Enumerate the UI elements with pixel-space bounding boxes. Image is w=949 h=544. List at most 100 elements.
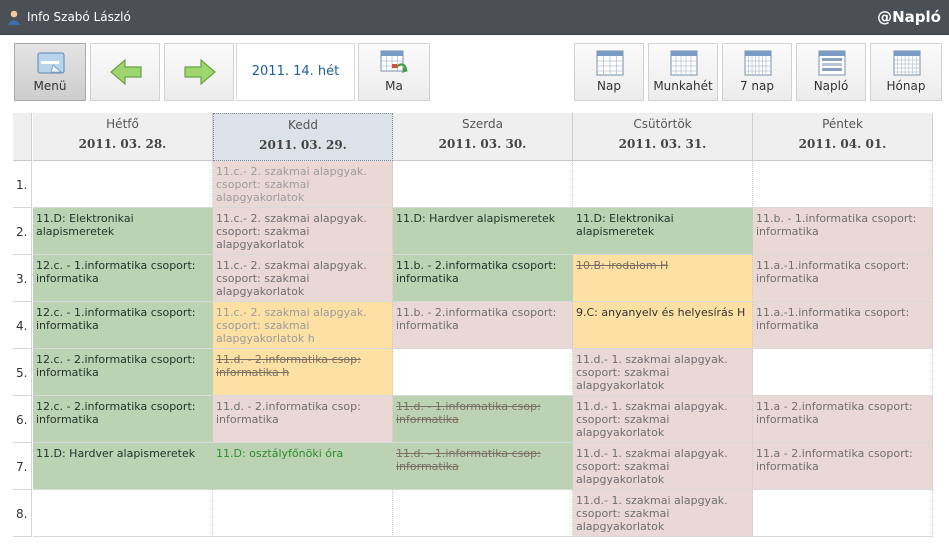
calendar-workweek-icon	[670, 50, 698, 76]
lesson-text: 11.D: Elektronikai alapismeretek	[36, 212, 134, 238]
lesson-cell[interactable]: 11.d. - 1.informatika csop: informatika	[393, 443, 573, 490]
lesson-text: 11.D: Hardver alapismeretek	[36, 447, 196, 460]
empty-cell[interactable]	[393, 490, 573, 537]
lesson-text: 11.d.- 1. szakmai alapgyak. csoport: sza…	[576, 353, 728, 392]
lesson-cell[interactable]: 11.b. - 1.informatika csoport: informati…	[753, 208, 933, 255]
lesson-cell[interactable]: 11.D: Hardver alapismeretek	[393, 208, 573, 255]
arrow-left-icon	[110, 58, 142, 86]
day-header-2[interactable]: Kedd 2011. 03. 29.	[213, 113, 393, 161]
lesson-text: 11.D: Hardver alapismeretek	[396, 212, 556, 225]
lesson-text: 11.d.- 1. szakmai alapgyak. csoport: sza…	[576, 400, 728, 439]
lesson-cell[interactable]: 12.c. - 2.informatika csoport: informati…	[33, 349, 213, 396]
lesson-text: 11.c.- 2. szakmai alapgyak. csoport: sza…	[216, 165, 367, 204]
period-number-label: 4.	[16, 319, 28, 333]
next-week-button[interactable]	[164, 43, 234, 101]
lesson-text: 11.a - 2.informatika csoport: informatik…	[756, 400, 913, 426]
lesson-cell[interactable]: 11.D: Hardver alapismeretek	[33, 443, 213, 490]
view-journal-button[interactable]: Napló	[796, 43, 866, 101]
lesson-cell[interactable]: 11.b. - 2.informatika csoport: informati…	[393, 255, 573, 302]
lesson-cell[interactable]: 11.D: Elektronikai alapismeretek	[573, 208, 753, 255]
lesson-cell[interactable]: 11.c.- 2. szakmai alapgyak. csoport: sza…	[213, 161, 393, 208]
lesson-cell[interactable]: 11.c.- 2. szakmai alapgyak. csoport: sza…	[213, 255, 393, 302]
lesson-cell[interactable]: 11.a - 2.informatika csoport: informatik…	[753, 443, 933, 490]
period-number: 2.	[13, 208, 32, 255]
lesson-text: 12.c. - 2.informatika csoport: informati…	[36, 353, 196, 379]
lesson-text: 12.c. - 2.informatika csoport: informati…	[36, 400, 196, 426]
view-month-label: Hónap	[886, 79, 926, 93]
lesson-text: 11.c.- 2. szakmai alapgyak. csoport: sza…	[216, 259, 367, 298]
title-bar: Info Szabó László @Napló	[0, 0, 949, 35]
empty-cell[interactable]	[753, 349, 933, 396]
lesson-text: 11.a.-1.informatika csoport: informatika	[756, 306, 910, 332]
lesson-cell[interactable]: 12.c. - 2.informatika csoport: informati…	[33, 396, 213, 443]
view-day-button[interactable]: Nap	[574, 43, 644, 101]
lesson-cell[interactable]: 11.d.- 1. szakmai alapgyak. csoport: sza…	[573, 396, 753, 443]
lesson-text: 12.c. - 1.informatika csoport: informati…	[36, 259, 196, 285]
lesson-text: 11.c.- 2. szakmai alapgyak. csoport: sza…	[216, 212, 367, 251]
day-header-5[interactable]: Péntek 2011. 04. 01.	[753, 113, 933, 161]
day-header-4[interactable]: Csütörtök 2011. 03. 31.	[573, 113, 753, 161]
lesson-cell[interactable]: 11.d.- 1. szakmai alapgyak. csoport: sza…	[573, 349, 753, 396]
empty-cell[interactable]	[753, 161, 933, 208]
calendar-today-icon	[380, 50, 408, 73]
lesson-cell[interactable]: 11.d.- 1. szakmai alapgyak. csoport: sza…	[573, 490, 753, 537]
lesson-cell[interactable]: 12.c. - 1.informatika csoport: informati…	[33, 302, 213, 349]
lesson-cell[interactable]: 11.d. - 2.informatika csop: informatika	[213, 396, 393, 443]
day-date: 2011. 03. 30.	[438, 137, 527, 151]
lesson-text: 11.b. - 1.informatika csoport: informati…	[756, 212, 917, 238]
empty-cell[interactable]	[753, 490, 933, 537]
menu-button[interactable]: Menü	[14, 43, 86, 101]
view-month-button[interactable]: Hónap	[870, 43, 942, 101]
view-7days-button[interactable]: 7 nap	[722, 43, 792, 101]
empty-cell[interactable]	[213, 490, 393, 537]
today-label: Ma	[385, 79, 403, 93]
view-workweek-label: Munkahét	[653, 79, 713, 93]
lesson-text: 11.b. - 2.informatika csoport: informati…	[396, 259, 557, 285]
view-day-label: Nap	[597, 79, 621, 93]
period-number-label: 8.	[16, 507, 28, 521]
day-name: Szerda	[462, 117, 503, 131]
lesson-cell[interactable]: 11.d.- 1. szakmai alapgyak. csoport: sza…	[573, 443, 753, 490]
day-date: 2011. 03. 28.	[78, 137, 167, 151]
day-header-3[interactable]: Szerda 2011. 03. 30.	[393, 113, 573, 161]
lesson-cell[interactable]: 10.B: irodalom H	[573, 255, 753, 302]
lesson-text: 10.B: irodalom H	[576, 259, 669, 272]
day-date: 2011. 03. 31.	[618, 137, 707, 151]
period-number: 8.	[13, 490, 32, 537]
lesson-cell[interactable]: 11.a - 2.informatika csoport: informatik…	[753, 396, 933, 443]
lesson-cell[interactable]: 11.d. - 1.informatika csop: informatika	[393, 396, 573, 443]
empty-cell[interactable]	[33, 490, 213, 537]
lesson-cell[interactable]: 11.d. - 2.informatika csop: informatika …	[213, 349, 393, 396]
today-button[interactable]: Ma	[358, 43, 430, 101]
lesson-text: 11.d. - 2.informatika csop: informatika	[216, 400, 361, 426]
user-name: Info Szabó László	[27, 10, 131, 24]
lesson-cell[interactable]: 11.c.- 2. szakmai alapgyak. csoport: sza…	[213, 208, 393, 255]
day-header-1[interactable]: Hétfő 2011. 03. 28.	[33, 113, 213, 161]
period-number: 5.	[13, 349, 32, 396]
menu-label: Menü	[33, 79, 67, 93]
lesson-cell[interactable]: 11.c.- 2. szakmai alapgyak. csoport: sza…	[213, 302, 393, 349]
lesson-text: 11.D: osztályfőnöki óra	[216, 447, 344, 460]
previous-week-button[interactable]	[90, 43, 160, 101]
lesson-cell[interactable]: 11.a.-1.informatika csoport: informatika	[753, 255, 933, 302]
lesson-cell[interactable]: 11.D: osztályfőnöki óra	[213, 443, 393, 490]
lesson-cell[interactable]: 12.c. - 1.informatika csoport: informati…	[33, 255, 213, 302]
calendar-week-icon	[744, 50, 772, 76]
empty-cell[interactable]	[393, 349, 573, 396]
empty-cell[interactable]	[33, 161, 213, 208]
day-name: Csütörtök	[633, 117, 692, 131]
period-number: 1.	[13, 161, 32, 208]
period-number-label: 2.	[16, 225, 28, 239]
lesson-cell[interactable]: 11.D: Elektronikai alapismeretek	[33, 208, 213, 255]
lesson-text: 11.a - 2.informatika csoport: informatik…	[756, 447, 913, 473]
day-date: 2011. 04. 01.	[798, 137, 887, 151]
empty-cell[interactable]	[573, 161, 753, 208]
empty-cell[interactable]	[393, 161, 573, 208]
period-number: 4.	[13, 302, 32, 349]
current-week-label: 2011. 14. hét	[236, 43, 355, 101]
lesson-cell[interactable]: 11.a.-1.informatika csoport: informatika	[753, 302, 933, 349]
lesson-text: 11.D: Elektronikai alapismeretek	[576, 212, 674, 238]
lesson-cell[interactable]: 9.C: anyanyelv és helyesírás H	[573, 302, 753, 349]
view-workweek-button[interactable]: Munkahét	[648, 43, 718, 101]
lesson-cell[interactable]: 11.b. - 2.informatika csoport: informati…	[393, 302, 573, 349]
